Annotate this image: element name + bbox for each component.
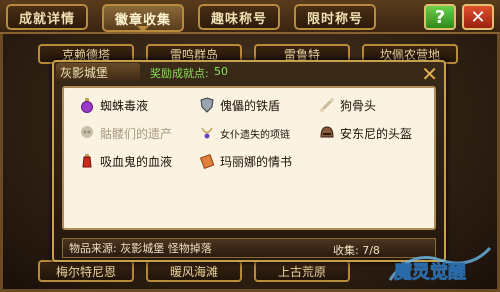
list-item[interactable]: 玛丽娜的情书 <box>198 150 292 172</box>
tab-fun-titles[interactable]: 趣味称号 <box>198 4 280 30</box>
category-button-bottom-1[interactable]: 梅尔特尼恩 <box>38 260 134 282</box>
helmet-icon <box>318 124 336 142</box>
close-button[interactable]: ✕ <box>462 4 494 30</box>
badge-detail-popup: 灰影城堡 奖励成就点: 50 ✕ 蜘蛛毒液 傀儡的铁盾 狗骨头 骷髅们的遗产 女… <box>52 60 446 262</box>
list-item[interactable]: 安东尼的头盔 <box>318 122 412 144</box>
tab-achievement-details[interactable]: 成就详情 <box>6 4 88 30</box>
tab-limited-titles[interactable]: 限时称号 <box>294 4 376 30</box>
necklace-icon <box>198 124 216 142</box>
game-logo: 魔灵觉醒 <box>380 240 498 292</box>
list-item[interactable]: 狗骨头 <box>318 94 376 116</box>
blood-vial-icon <box>78 152 96 170</box>
help-button[interactable]: ? <box>424 4 456 30</box>
list-item[interactable]: 傀儡的铁盾 <box>198 94 280 116</box>
category-button-bottom-3[interactable]: 上古荒原 <box>254 260 350 282</box>
category-button-bottom-2[interactable]: 暖风海滩 <box>146 260 242 282</box>
list-item[interactable]: 吸血鬼的血液 <box>78 150 172 172</box>
tab-badge-collection[interactable]: 徽章收集 <box>102 4 184 32</box>
reward-label: 奖励成就点: <box>150 67 209 80</box>
item-source-text: 物品来源: 灰影城堡 怪物掉落 <box>69 242 212 255</box>
collect-progress: 收集: 7/8 <box>333 244 380 257</box>
list-item[interactable]: 骷髅们的遗产 <box>78 122 172 144</box>
popup-title: 灰影城堡 <box>56 63 140 81</box>
skull-relic-icon <box>78 124 96 142</box>
tab-bar: 成就详情 徽章收集 趣味称号 限时称号 ? ✕ <box>0 0 500 34</box>
list-item[interactable]: 女仆遗失的项链 <box>198 122 290 144</box>
close-x-icon[interactable]: ✕ <box>421 62 438 86</box>
scroll-letter-icon <box>198 152 216 170</box>
bone-icon <box>318 96 336 114</box>
reward-value: 50 <box>214 65 228 78</box>
list-item[interactable]: 蜘蛛毒液 <box>78 94 148 116</box>
items-panel: 蜘蛛毒液 傀儡的铁盾 狗骨头 骷髅们的遗产 女仆遗失的项链 安东尼的头盔 吸血鬼… <box>62 86 436 230</box>
purple-potion-icon <box>78 96 96 114</box>
logo-text: 魔灵觉醒 <box>394 261 466 283</box>
shield-icon <box>198 96 216 114</box>
